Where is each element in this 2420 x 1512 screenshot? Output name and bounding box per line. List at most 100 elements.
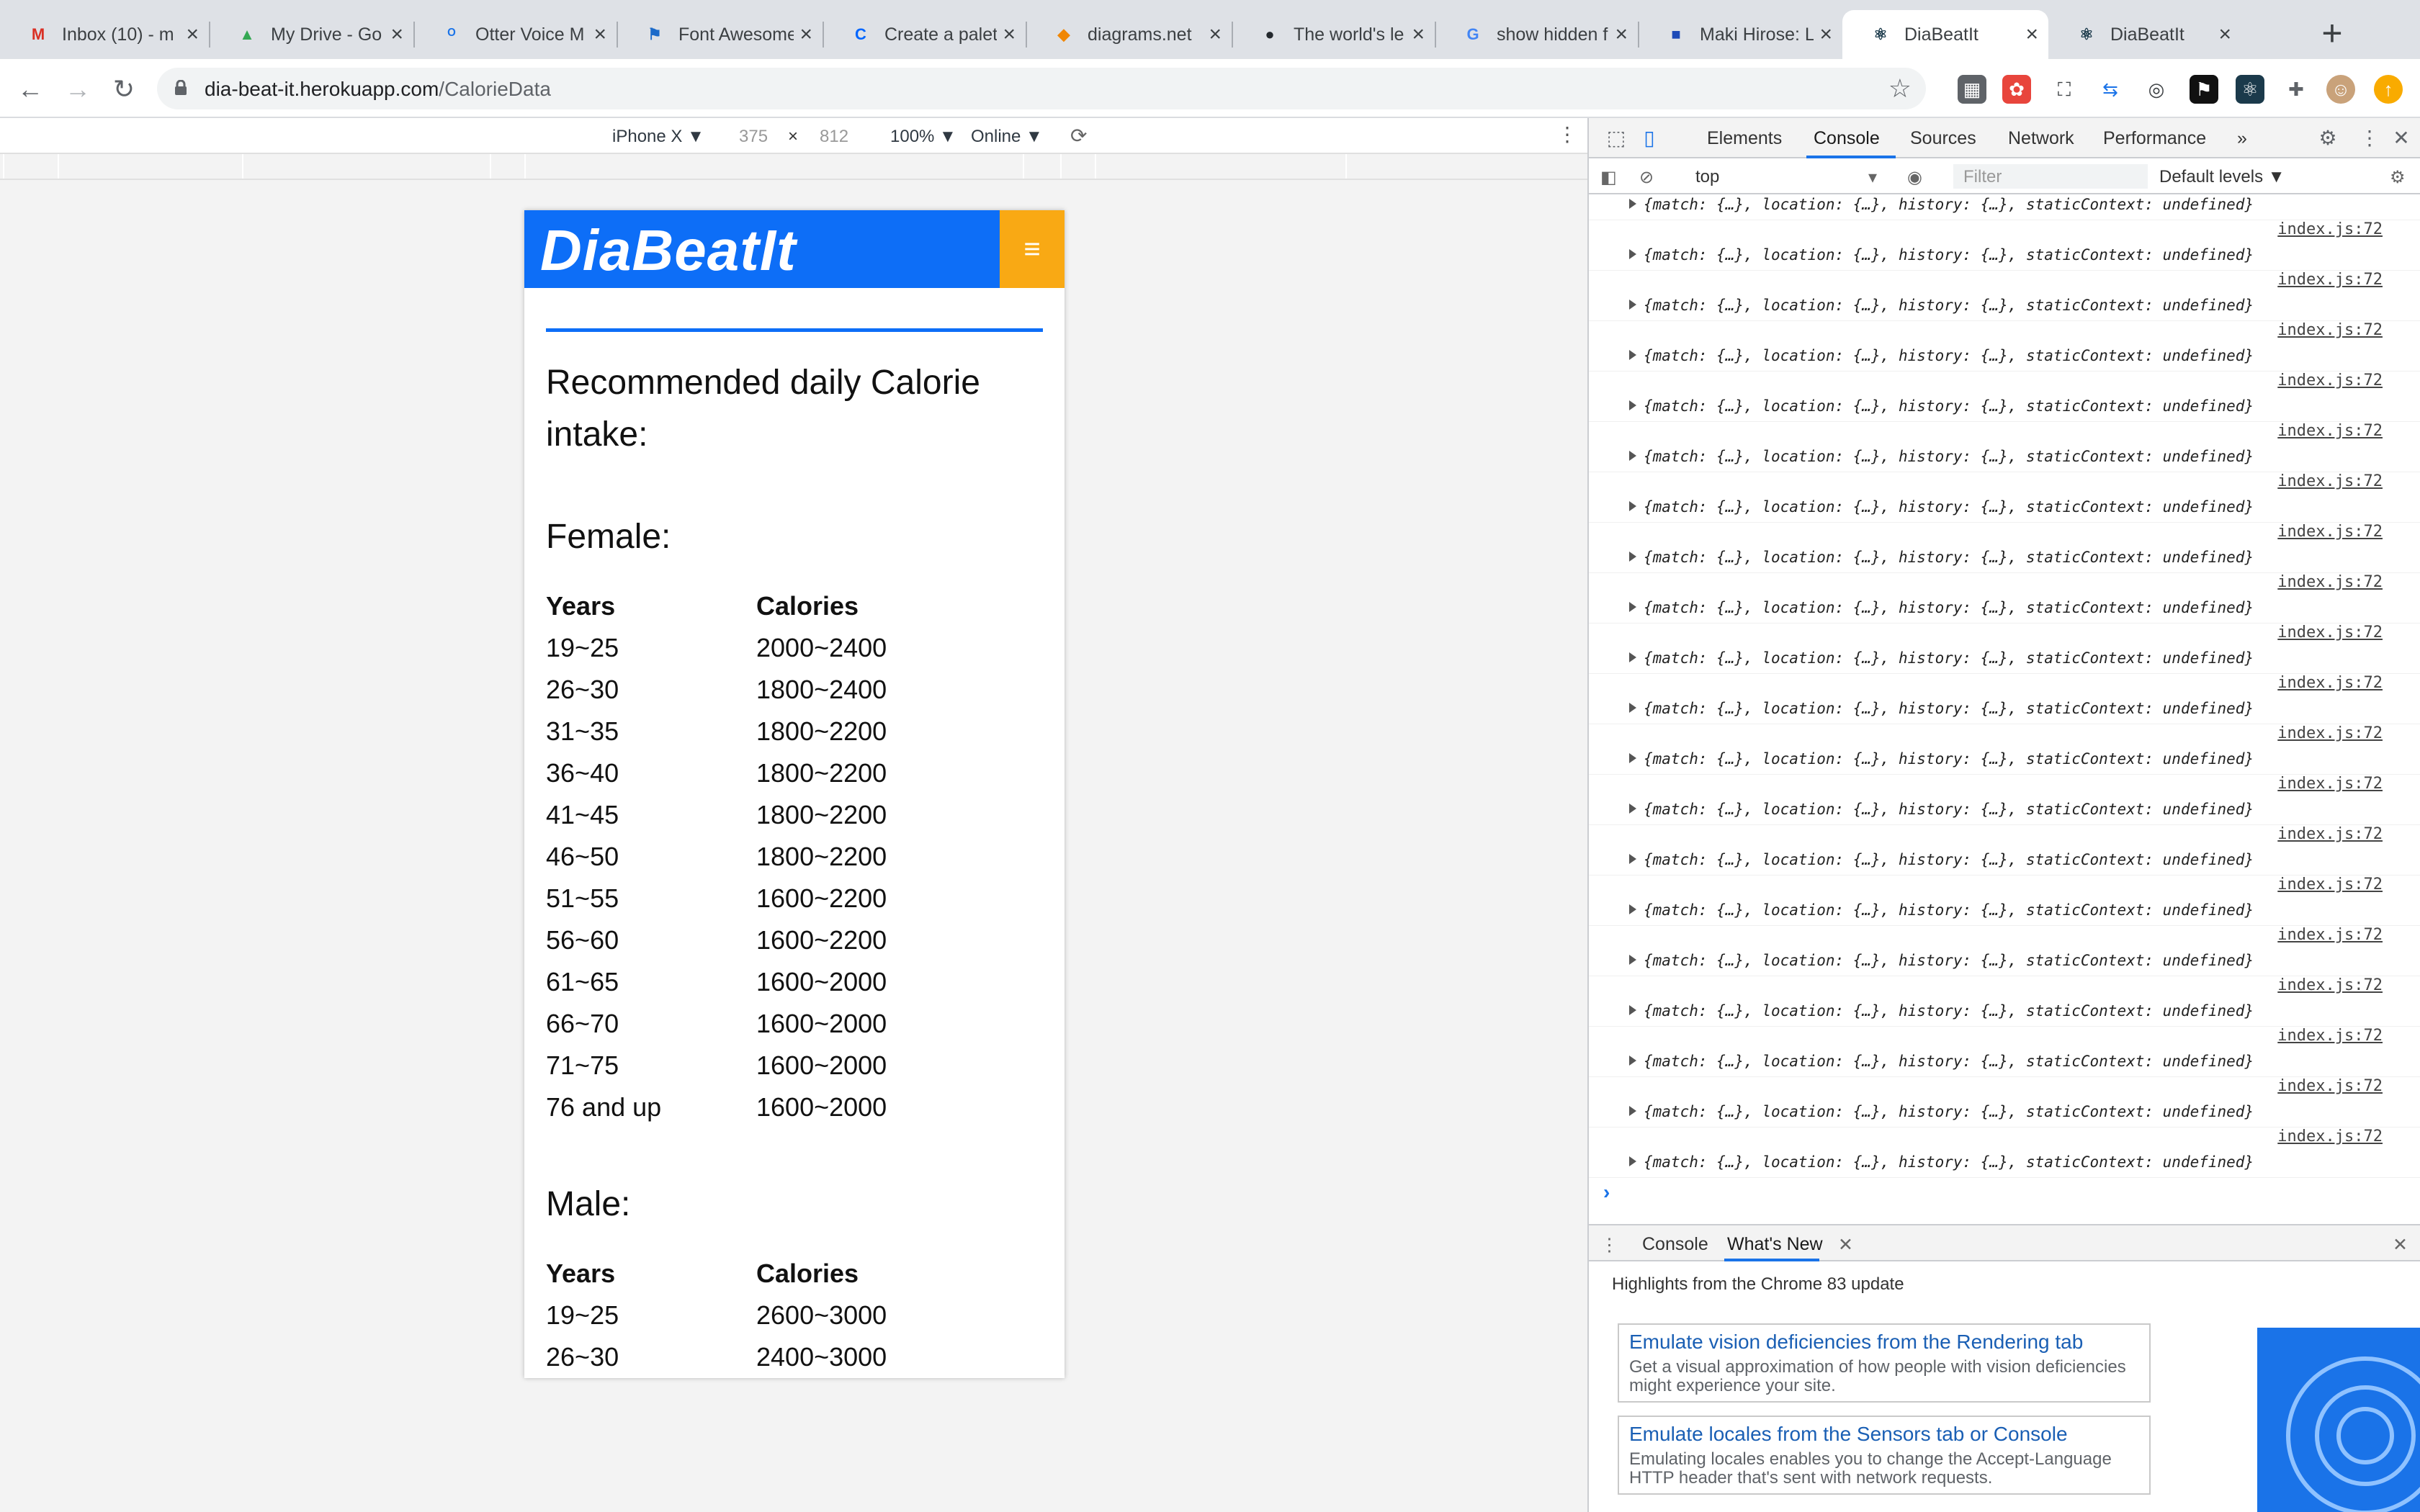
- console-message[interactable]: index.js:72 {match: {…}, location: {…}, h…: [1589, 220, 2420, 271]
- console-message[interactable]: index.js:72 {match: {…}, location: {…}, h…: [1589, 422, 2420, 472]
- card-title[interactable]: Emulate locales from the Sensors tab or …: [1629, 1423, 2139, 1446]
- console-message[interactable]: index.js:72 {match: {…}, location: {…}, h…: [1589, 1077, 2420, 1128]
- feature-card[interactable]: Emulate locales from the Sensors tab or …: [1618, 1416, 2151, 1495]
- log-object[interactable]: {match: {…}, location: {…}, history: {…}…: [1644, 649, 2254, 667]
- expand-triangle-icon[interactable]: [1629, 400, 1636, 410]
- close-tab-icon[interactable]: ✕: [1838, 1234, 1853, 1256]
- expand-triangle-icon[interactable]: [1629, 904, 1636, 914]
- expand-triangle-icon[interactable]: [1629, 703, 1636, 713]
- source-link[interactable]: index.js:72: [2277, 1077, 2383, 1095]
- source-link[interactable]: index.js:72: [2277, 926, 2383, 944]
- source-link[interactable]: index.js:72: [2277, 220, 2383, 238]
- close-tab-icon[interactable]: ×: [186, 22, 199, 47]
- console-message[interactable]: index.js:72 {match: {…}, location: {…}, h…: [1589, 271, 2420, 321]
- source-link[interactable]: index.js:72: [2277, 372, 2383, 390]
- close-tab-icon[interactable]: ×: [1209, 22, 1222, 47]
- back-arrow-icon[interactable]: ←: [12, 71, 49, 108]
- log-object[interactable]: {match: {…}, location: {…}, history: {…}…: [1644, 549, 2254, 566]
- address-bar[interactable]: dia-beat-it.herokuapp.com/CalorieData ☆: [157, 68, 1926, 109]
- log-object[interactable]: {match: {…}, location: {…}, history: {…}…: [1644, 801, 2254, 818]
- console-message[interactable]: index.js:72 {match: {…}, location: {…}, h…: [1589, 724, 2420, 775]
- console-message[interactable]: index.js:72 {match: {…}, location: {…}, h…: [1589, 876, 2420, 926]
- close-tab-icon[interactable]: ×: [1003, 22, 1016, 47]
- browser-tab[interactable]: ᴼ Otter Voice M ×: [413, 10, 617, 59]
- react-devtools-icon[interactable]: ⚛: [2236, 75, 2264, 104]
- source-link[interactable]: index.js:72: [2277, 523, 2383, 541]
- console-message[interactable]: index.js:72 {match: {…}, location: {…}, h…: [1589, 775, 2420, 825]
- close-tab-icon[interactable]: ×: [2025, 22, 2038, 47]
- drawer-tab-whats-new[interactable]: What's New: [1727, 1234, 1823, 1255]
- console-message[interactable]: index.js:72 {match: {…}, location: {…}, h…: [1589, 926, 2420, 976]
- source-link[interactable]: index.js:72: [2277, 674, 2383, 692]
- console-message[interactable]: index.js:72 {match: {…}, location: {…}, h…: [1589, 1128, 2420, 1178]
- browser-tab[interactable]: ■ Maki Hirose: L ×: [1638, 10, 1842, 59]
- expand-triangle-icon[interactable]: [1629, 552, 1636, 562]
- expand-triangle-icon[interactable]: [1629, 1106, 1636, 1116]
- log-object[interactable]: {match: {…}, location: {…}, history: {…}…: [1644, 700, 2254, 717]
- console-message[interactable]: index.js:72 {match: {…}, location: {…}, h…: [1589, 1027, 2420, 1077]
- extension-badge-icon[interactable]: ✿: [2002, 75, 2031, 104]
- log-object[interactable]: {match: {…}, location: {…}, history: {…}…: [1644, 347, 2254, 364]
- sidebar-toggle-icon[interactable]: ◧: [1600, 167, 1617, 188]
- drawer-tab-console[interactable]: Console: [1642, 1234, 1708, 1255]
- avatar[interactable]: ☺: [2326, 75, 2355, 104]
- log-object[interactable]: {match: {…}, location: {…}, history: {…}…: [1644, 498, 2254, 516]
- close-tab-icon[interactable]: ×: [1615, 22, 1628, 47]
- source-link[interactable]: index.js:72: [2277, 1128, 2383, 1146]
- network-select[interactable]: Online ▼: [971, 127, 1043, 147]
- log-object[interactable]: {match: {…}, location: {…}, history: {…}…: [1644, 448, 2254, 465]
- tab-performance[interactable]: Performance: [2103, 128, 2206, 149]
- log-object[interactable]: {match: {…}, location: {…}, history: {…}…: [1644, 397, 2254, 415]
- card-title[interactable]: Emulate vision deficiencies from the Ren…: [1629, 1331, 2139, 1354]
- close-tab-icon[interactable]: ×: [1819, 22, 1832, 47]
- log-object[interactable]: {match: {…}, location: {…}, history: {…}…: [1644, 1153, 2254, 1171]
- expand-triangle-icon[interactable]: [1629, 1005, 1636, 1015]
- puzzle-icon[interactable]: ✚: [2282, 75, 2311, 104]
- source-link[interactable]: index.js:72: [2277, 724, 2383, 742]
- expand-triangle-icon[interactable]: [1629, 1156, 1636, 1166]
- device-select[interactable]: iPhone X ▼: [612, 127, 704, 147]
- eye-icon[interactable]: ◉: [1907, 167, 1922, 188]
- log-object[interactable]: {match: {…}, location: {…}, history: {…}…: [1644, 297, 2254, 314]
- console-message[interactable]: index.js:72 {match: {…}, location: {…}, h…: [1589, 573, 2420, 624]
- log-object[interactable]: {match: {…}, location: {…}, history: {…}…: [1644, 246, 2254, 264]
- expand-triangle-icon[interactable]: [1629, 753, 1636, 763]
- console-message[interactable]: index.js:72 {match: {…}, location: {…}, h…: [1589, 472, 2420, 523]
- bookmark-star-icon[interactable]: ☆: [1888, 73, 1912, 104]
- close-tab-icon[interactable]: ×: [593, 22, 606, 47]
- tab-elements[interactable]: Elements: [1707, 128, 1782, 149]
- zoom-select[interactable]: 100% ▼: [890, 127, 956, 147]
- settings-icon[interactable]: ⚙: [2315, 125, 2341, 151]
- close-tab-icon[interactable]: ×: [1412, 22, 1425, 47]
- console-settings-icon[interactable]: ⚙: [2390, 167, 2406, 188]
- reload-icon[interactable]: ↻: [105, 71, 143, 108]
- filter-input[interactable]: Filter: [1953, 164, 2148, 189]
- source-link[interactable]: index.js:72: [2277, 472, 2383, 490]
- close-drawer-icon[interactable]: ✕: [2393, 1234, 2408, 1256]
- source-link[interactable]: index.js:72: [2277, 1027, 2383, 1045]
- more-options-icon[interactable]: ⋮: [1557, 122, 1577, 146]
- log-object[interactable]: {match: {…}, location: {…}, history: {…}…: [1644, 851, 2254, 868]
- log-object[interactable]: {match: {…}, location: {…}, history: {…}…: [1644, 1103, 2254, 1120]
- new-tab-icon[interactable]: +: [2312, 14, 2352, 55]
- forward-arrow-icon[interactable]: →: [59, 71, 97, 108]
- console-message[interactable]: index.js:72 {match: {…}, location: {…}, h…: [1589, 976, 2420, 1027]
- transfer-icon[interactable]: ⇆: [2096, 75, 2125, 104]
- close-tab-icon[interactable]: ×: [390, 22, 403, 47]
- expand-triangle-icon[interactable]: [1629, 602, 1636, 612]
- console-message[interactable]: index.js:72 {match: {…}, location: {…}, h…: [1589, 624, 2420, 674]
- browser-tab[interactable]: ◆ diagrams.net ×: [1026, 10, 1232, 59]
- expand-triangle-icon[interactable]: [1629, 955, 1636, 965]
- source-link[interactable]: index.js:72: [2277, 775, 2383, 793]
- source-link[interactable]: index.js:72: [2277, 321, 2383, 339]
- expand-triangle-icon[interactable]: [1629, 350, 1636, 360]
- tab-console[interactable]: Console: [1814, 128, 1880, 149]
- feature-card[interactable]: Emulate vision deficiencies from the Ren…: [1618, 1323, 2151, 1403]
- log-object[interactable]: {match: {…}, location: {…}, history: {…}…: [1644, 1002, 2254, 1020]
- expand-triangle-icon[interactable]: [1629, 249, 1636, 259]
- expand-triangle-icon[interactable]: [1629, 854, 1636, 864]
- hamburger-menu-icon[interactable]: ≡: [1000, 210, 1065, 288]
- source-link[interactable]: index.js:72: [2277, 422, 2383, 440]
- browser-tab[interactable]: C Create a palet ×: [823, 10, 1026, 59]
- console-message[interactable]: index.js:72 {match: {…}, location: {…}, h…: [1589, 523, 2420, 573]
